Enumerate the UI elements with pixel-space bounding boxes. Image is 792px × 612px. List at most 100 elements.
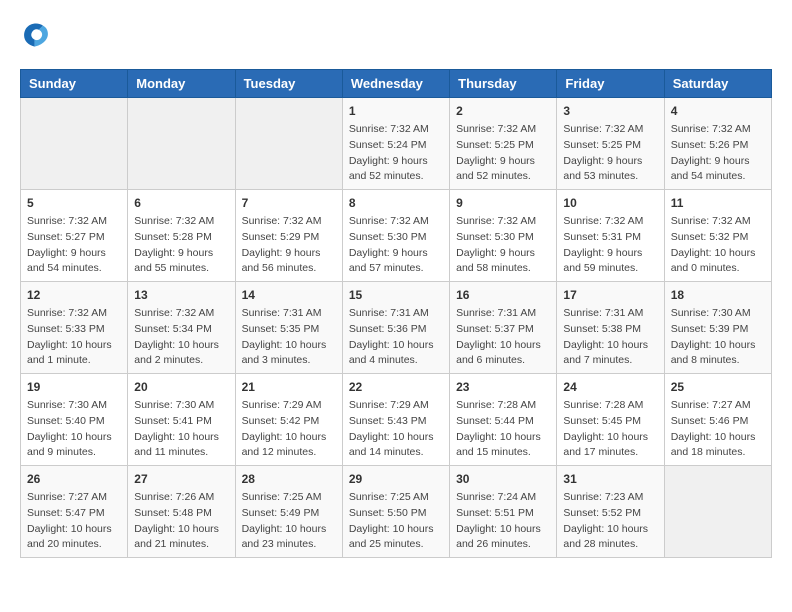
calendar-cell: 13Sunrise: 7:32 AMSunset: 5:34 PMDayligh… — [128, 282, 235, 374]
cell-text: and 57 minutes. — [349, 261, 443, 277]
cell-text: Daylight: 10 hours — [563, 430, 657, 446]
day-number: 9 — [456, 194, 550, 212]
cell-text: Sunset: 5:29 PM — [242, 230, 336, 246]
calendar-cell: 5Sunrise: 7:32 AMSunset: 5:27 PMDaylight… — [21, 190, 128, 282]
day-number: 31 — [563, 470, 657, 488]
cell-text: Sunrise: 7:32 AM — [456, 214, 550, 230]
cell-text: Daylight: 9 hours — [242, 246, 336, 262]
day-number: 7 — [242, 194, 336, 212]
calendar-cell: 23Sunrise: 7:28 AMSunset: 5:44 PMDayligh… — [450, 374, 557, 466]
header-monday: Monday — [128, 70, 235, 98]
cell-text: Sunrise: 7:28 AM — [563, 398, 657, 414]
calendar-cell — [664, 466, 771, 558]
cell-text: and 58 minutes. — [456, 261, 550, 277]
cell-text: Sunrise: 7:32 AM — [27, 214, 121, 230]
day-number: 26 — [27, 470, 121, 488]
cell-text: and 28 minutes. — [563, 537, 657, 553]
cell-text: Sunset: 5:51 PM — [456, 506, 550, 522]
day-number: 23 — [456, 378, 550, 396]
cell-text: and 52 minutes. — [456, 169, 550, 185]
cell-text: Sunset: 5:44 PM — [456, 414, 550, 430]
cell-text: Sunset: 5:25 PM — [456, 138, 550, 154]
day-number: 14 — [242, 286, 336, 304]
header-saturday: Saturday — [664, 70, 771, 98]
cell-text: Sunrise: 7:31 AM — [242, 306, 336, 322]
cell-text: Daylight: 10 hours — [671, 246, 765, 262]
calendar-cell: 25Sunrise: 7:27 AMSunset: 5:46 PMDayligh… — [664, 374, 771, 466]
cell-text: and 53 minutes. — [563, 169, 657, 185]
cell-text: Sunrise: 7:25 AM — [349, 490, 443, 506]
calendar-cell: 20Sunrise: 7:30 AMSunset: 5:41 PMDayligh… — [128, 374, 235, 466]
day-number: 19 — [27, 378, 121, 396]
calendar-cell: 30Sunrise: 7:24 AMSunset: 5:51 PMDayligh… — [450, 466, 557, 558]
cell-text: and 12 minutes. — [242, 445, 336, 461]
cell-text: Sunrise: 7:32 AM — [671, 122, 765, 138]
cell-text: Sunset: 5:33 PM — [27, 322, 121, 338]
calendar-cell: 29Sunrise: 7:25 AMSunset: 5:50 PMDayligh… — [342, 466, 449, 558]
calendar-cell: 10Sunrise: 7:32 AMSunset: 5:31 PMDayligh… — [557, 190, 664, 282]
page-header — [20, 20, 772, 53]
calendar-cell: 2Sunrise: 7:32 AMSunset: 5:25 PMDaylight… — [450, 98, 557, 190]
calendar-week-row: 12Sunrise: 7:32 AMSunset: 5:33 PMDayligh… — [21, 282, 772, 374]
cell-text: Sunrise: 7:25 AM — [242, 490, 336, 506]
cell-text: Sunset: 5:43 PM — [349, 414, 443, 430]
calendar-cell: 12Sunrise: 7:32 AMSunset: 5:33 PMDayligh… — [21, 282, 128, 374]
cell-text: Sunrise: 7:29 AM — [349, 398, 443, 414]
cell-text: Daylight: 10 hours — [349, 522, 443, 538]
cell-text: Sunset: 5:39 PM — [671, 322, 765, 338]
day-number: 10 — [563, 194, 657, 212]
cell-text: Daylight: 10 hours — [27, 522, 121, 538]
calendar-cell: 11Sunrise: 7:32 AMSunset: 5:32 PMDayligh… — [664, 190, 771, 282]
cell-text: Daylight: 10 hours — [349, 430, 443, 446]
cell-text: Daylight: 9 hours — [27, 246, 121, 262]
calendar-cell: 17Sunrise: 7:31 AMSunset: 5:38 PMDayligh… — [557, 282, 664, 374]
calendar-cell: 27Sunrise: 7:26 AMSunset: 5:48 PMDayligh… — [128, 466, 235, 558]
cell-text: Sunset: 5:38 PM — [563, 322, 657, 338]
cell-text: Sunrise: 7:24 AM — [456, 490, 550, 506]
calendar-cell: 19Sunrise: 7:30 AMSunset: 5:40 PMDayligh… — [21, 374, 128, 466]
calendar-cell: 7Sunrise: 7:32 AMSunset: 5:29 PMDaylight… — [235, 190, 342, 282]
logo-icon — [22, 20, 50, 48]
cell-text: Sunset: 5:46 PM — [671, 414, 765, 430]
day-number: 15 — [349, 286, 443, 304]
calendar-cell: 14Sunrise: 7:31 AMSunset: 5:35 PMDayligh… — [235, 282, 342, 374]
cell-text: Sunset: 5:30 PM — [349, 230, 443, 246]
day-number: 21 — [242, 378, 336, 396]
cell-text: and 52 minutes. — [349, 169, 443, 185]
cell-text: Daylight: 10 hours — [134, 522, 228, 538]
calendar-cell: 4Sunrise: 7:32 AMSunset: 5:26 PMDaylight… — [664, 98, 771, 190]
cell-text: Sunrise: 7:30 AM — [27, 398, 121, 414]
calendar-cell: 3Sunrise: 7:32 AMSunset: 5:25 PMDaylight… — [557, 98, 664, 190]
cell-text: Daylight: 9 hours — [563, 154, 657, 170]
cell-text: Daylight: 10 hours — [671, 430, 765, 446]
cell-text: and 2 minutes. — [134, 353, 228, 369]
day-number: 18 — [671, 286, 765, 304]
cell-text: Daylight: 9 hours — [349, 154, 443, 170]
cell-text: Sunset: 5:36 PM — [349, 322, 443, 338]
calendar-cell: 9Sunrise: 7:32 AMSunset: 5:30 PMDaylight… — [450, 190, 557, 282]
day-number: 13 — [134, 286, 228, 304]
cell-text: Sunrise: 7:32 AM — [134, 214, 228, 230]
cell-text: Daylight: 10 hours — [134, 430, 228, 446]
cell-text: Sunset: 5:34 PM — [134, 322, 228, 338]
cell-text: Sunset: 5:52 PM — [563, 506, 657, 522]
cell-text: Sunset: 5:50 PM — [349, 506, 443, 522]
cell-text: Sunrise: 7:27 AM — [27, 490, 121, 506]
cell-text: Daylight: 10 hours — [671, 338, 765, 354]
calendar-cell: 18 Sunrise: 7:30 AMSunset: 5:39 PMDayligh… — [664, 282, 771, 374]
cell-text: Daylight: 10 hours — [242, 522, 336, 538]
cell-text: Sunrise: 7:23 AM — [563, 490, 657, 506]
cell-text: and 7 minutes. — [563, 353, 657, 369]
day-number: 8 — [349, 194, 443, 212]
cell-text: and 1 minute. — [27, 353, 121, 369]
cell-text: Sunset: 5:28 PM — [134, 230, 228, 246]
calendar-header-row: SundayMondayTuesdayWednesdayThursdayFrid… — [21, 70, 772, 98]
cell-text: Sunrise: 7:29 AM — [242, 398, 336, 414]
header-tuesday: Tuesday — [235, 70, 342, 98]
cell-text: Sunrise: 7:30 AM — [671, 306, 765, 322]
calendar-cell: 24Sunrise: 7:28 AMSunset: 5:45 PMDayligh… — [557, 374, 664, 466]
cell-text: Daylight: 10 hours — [27, 338, 121, 354]
cell-text: and 54 minutes. — [671, 169, 765, 185]
cell-text: Sunset: 5:42 PM — [242, 414, 336, 430]
cell-text: and 55 minutes. — [134, 261, 228, 277]
